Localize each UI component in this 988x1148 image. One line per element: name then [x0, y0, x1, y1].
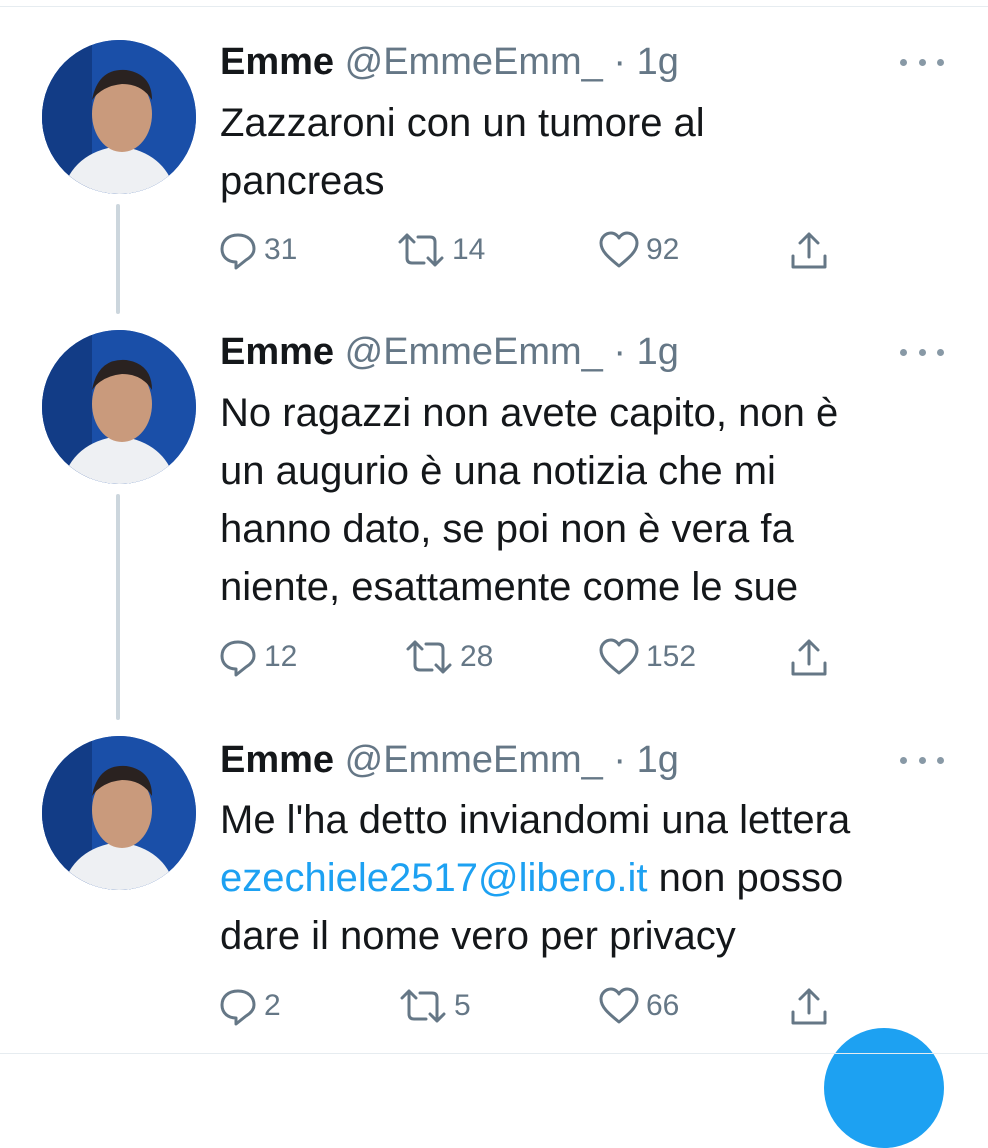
avatar[interactable] — [42, 330, 196, 484]
separator-dot: · — [613, 41, 626, 83]
like-count: 66 — [646, 989, 680, 1022]
timestamp[interactable]: 1g — [637, 739, 679, 781]
more-icon — [900, 348, 907, 356]
like-count: 92 — [646, 233, 680, 266]
share-button[interactable] — [788, 230, 830, 272]
tweet-text-line: No ragazzi non avete capito, non è — [220, 391, 839, 435]
reply-button[interactable]: 12 — [218, 637, 297, 677]
retweet-icon — [398, 233, 444, 267]
tweet-actions: 31 14 92 — [218, 230, 838, 270]
user-handle[interactable]: @EmmeEmm_ — [345, 739, 603, 781]
like-count: 152 — [646, 640, 697, 673]
share-icon — [791, 639, 827, 676]
retweet-count: 14 — [452, 233, 486, 266]
tweet-actions: 2 5 66 — [218, 986, 838, 1026]
heart-icon — [599, 638, 639, 675]
display-name[interactable]: Emme — [220, 331, 334, 373]
retweet-count: 5 — [454, 989, 471, 1022]
reply-icon — [220, 640, 256, 677]
retweet-icon — [400, 989, 446, 1023]
share-button[interactable] — [788, 637, 830, 679]
compose-fab[interactable] — [824, 1028, 944, 1148]
share-button[interactable] — [788, 986, 830, 1028]
display-name[interactable]: Emme — [220, 41, 334, 83]
tweet[interactable]: Emme @EmmeEmm_ · 1g No ragazzi non avete… — [0, 330, 988, 677]
tweet-text-line: ezechiele2517@libero.it non posso — [220, 849, 960, 907]
tweet-header: Emme @EmmeEmm_ · 1g — [220, 40, 679, 84]
reply-icon — [220, 233, 256, 270]
heart-icon — [599, 231, 639, 268]
more-icon — [900, 58, 907, 66]
avatar[interactable] — [42, 736, 196, 890]
more-options-button[interactable] — [900, 750, 944, 770]
more-options-button[interactable] — [900, 52, 944, 72]
tweet-text-line: pancreas — [220, 159, 385, 203]
tweet-text-fragment: non posso — [647, 856, 844, 900]
timestamp[interactable]: 1g — [637, 331, 679, 373]
share-icon — [791, 988, 827, 1025]
reply-icon — [220, 989, 256, 1026]
tweet-text: No ragazzi non avete capito, non è un au… — [220, 384, 960, 616]
heart-icon — [599, 987, 639, 1024]
avatar[interactable] — [42, 40, 196, 194]
reply-count: 12 — [264, 640, 298, 673]
tweet[interactable]: Emme @EmmeEmm_ · 1g Me l'ha detto invian… — [0, 736, 988, 1066]
like-button[interactable]: 66 — [598, 986, 679, 1026]
timestamp[interactable]: 1g — [637, 41, 679, 83]
reply-count: 31 — [264, 233, 298, 266]
tweet-actions: 12 28 152 — [218, 637, 838, 677]
tweet-text: Me l'ha detto inviandomi una lettera eze… — [220, 791, 960, 965]
tweet-text-line: dare il nome vero per privacy — [220, 914, 736, 958]
tweet-text-line: Zazzaroni con un tumore al — [220, 101, 705, 145]
like-button[interactable]: 152 — [598, 637, 696, 677]
retweet-button[interactable]: 28 — [404, 637, 493, 677]
tweet-header: Emme @EmmeEmm_ · 1g — [220, 330, 679, 374]
share-icon — [791, 232, 827, 269]
more-icon — [900, 756, 907, 764]
retweet-button[interactable]: 5 — [398, 986, 471, 1026]
tweet-text: Zazzaroni con un tumore al pancreas — [220, 94, 960, 210]
reply-button[interactable]: 31 — [218, 230, 297, 270]
tweet[interactable]: Emme @EmmeEmm_ · 1g Zazzaroni con un tum… — [0, 0, 988, 330]
tweet-text-line: niente, esattamente come le sue — [220, 565, 799, 609]
email-link[interactable]: ezechiele2517@libero.it — [220, 856, 648, 900]
retweet-count: 28 — [460, 640, 494, 673]
tweet-text-line: hanno dato, se poi non è vera fa — [220, 507, 794, 551]
reply-button[interactable]: 2 — [218, 986, 281, 1026]
user-handle[interactable]: @EmmeEmm_ — [345, 331, 603, 373]
user-handle[interactable]: @EmmeEmm_ — [345, 41, 603, 83]
more-options-button[interactable] — [900, 342, 944, 362]
reply-count: 2 — [264, 989, 281, 1022]
tweet-text-line: un augurio è una notizia che mi — [220, 449, 776, 493]
bottom-divider — [0, 1053, 988, 1054]
display-name[interactable]: Emme — [220, 739, 334, 781]
tweet-header: Emme @EmmeEmm_ · 1g — [220, 738, 679, 782]
retweet-button[interactable]: 14 — [396, 230, 485, 270]
retweet-icon — [406, 640, 452, 674]
like-button[interactable]: 92 — [598, 230, 679, 270]
tweet-text-line: Me l'ha detto inviandomi una lettera — [220, 798, 851, 842]
separator-dot: · — [613, 331, 626, 373]
separator-dot: · — [613, 739, 626, 781]
